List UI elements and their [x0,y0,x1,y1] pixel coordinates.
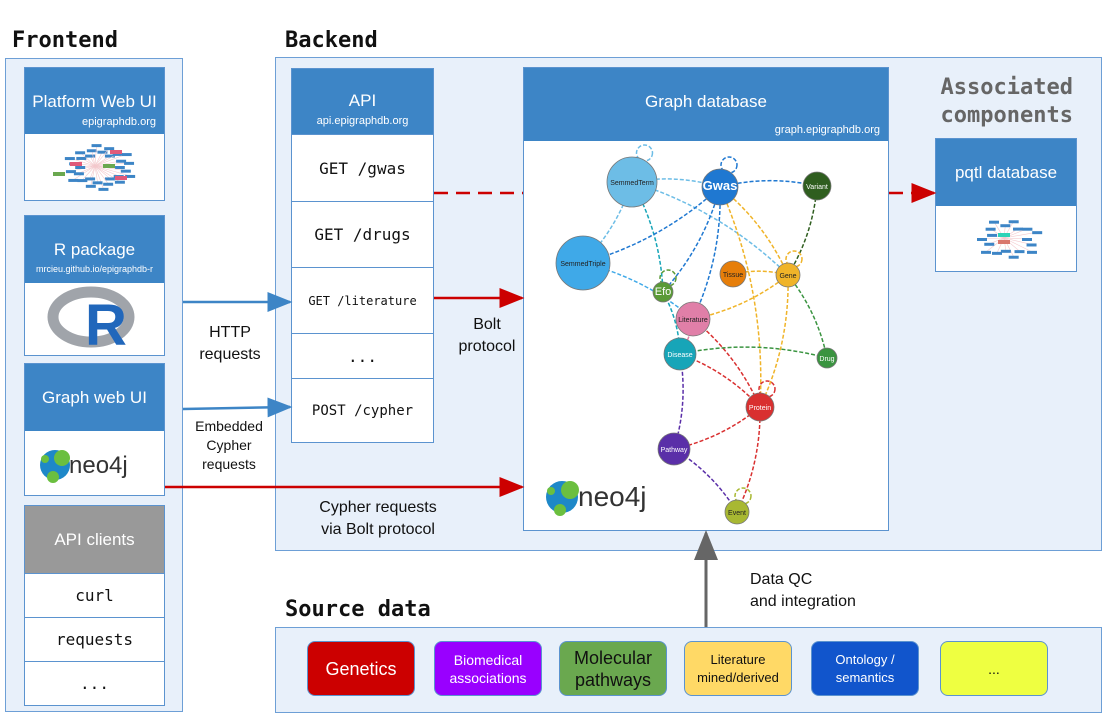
graph-node-label: Disease [667,352,692,359]
graph-node-label: Gene [779,273,796,280]
graphdb-neo4j-logo-icon: neo4j [546,481,647,516]
diagram-overlay: SemmedTerm Gwas Variant SemmedTriple Tissue G… [165,144,937,627]
graph-edge [736,406,761,513]
graph-node-label: Gwas [703,178,738,193]
graph-node-label: Protein [749,405,771,412]
graph-node-label: Literature [678,317,708,324]
graph-node-label: Drug [819,356,834,363]
graph-node-label: SemmedTriple [560,261,605,268]
graph-node-label: Pathway [661,447,688,454]
embedded-cypher-arrow [182,397,293,418]
graphdb-neo4j-wordmark: neo4j [578,481,647,512]
graph-edge [787,274,828,359]
graph-node-label: Event [728,510,746,517]
graph-edge [759,274,789,408]
graph-node-label: Variant [806,184,828,191]
graph-node-label: Efo [655,286,672,298]
graph-node-label: SemmedTerm [610,180,654,187]
graph-edge [679,346,828,359]
graph-schema: SemmedTerm Gwas Variant SemmedTriple Tissue G… [555,144,838,525]
graph-node-label: Tissue [723,272,743,279]
